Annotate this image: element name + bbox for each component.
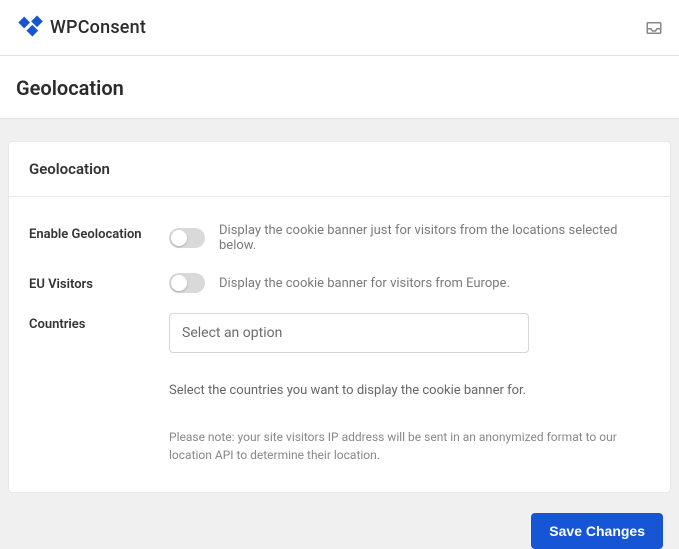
card-header: Geolocation [9, 142, 670, 197]
label-eu-visitors: EU Visitors [29, 273, 169, 292]
inbox-button[interactable] [645, 19, 663, 37]
geolocation-card: Geolocation Enable Geolocation Display t… [8, 141, 671, 493]
brand-logo-icon [16, 12, 44, 44]
row-eu-visitors: EU Visitors Display the cookie banner fo… [29, 253, 650, 293]
brand-name: WPConsent [50, 17, 146, 38]
page-title: Geolocation [0, 56, 679, 119]
toggle-enable-geolocation[interactable] [169, 228, 205, 248]
save-changes-button[interactable]: Save Changes [531, 513, 663, 549]
countries-note-text: Please note: your site visitors IP addre… [169, 428, 639, 464]
top-bar: WPConsent [0, 0, 679, 56]
row-enable-geolocation: Enable Geolocation Display the cookie ba… [29, 203, 650, 253]
toggle-eu-visitors[interactable] [169, 273, 205, 293]
desc-enable-geolocation: Display the cookie banner just for visit… [219, 223, 650, 253]
label-enable-geolocation: Enable Geolocation [29, 223, 169, 242]
countries-help-text: Select the countries you want to display… [169, 383, 650, 398]
label-countries: Countries [29, 313, 169, 332]
countries-select[interactable]: Select an option [169, 313, 529, 353]
brand: WPConsent [16, 12, 146, 44]
countries-select-placeholder: Select an option [182, 325, 282, 341]
desc-eu-visitors: Display the cookie banner for visitors f… [219, 276, 510, 291]
row-countries: Countries Select an option Select the co… [29, 293, 650, 464]
